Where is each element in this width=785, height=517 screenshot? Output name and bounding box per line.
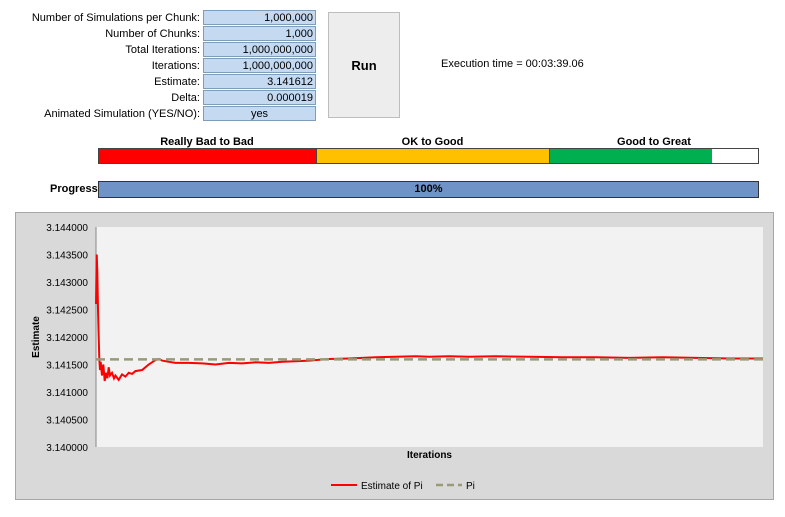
estimate-value: 3.141612 [203, 74, 316, 89]
scale-segment-great [550, 149, 712, 163]
num-chunks-field[interactable]: 1,000 [203, 26, 316, 41]
y-tick-label: 3.140000 [46, 443, 88, 454]
plot-area [96, 227, 763, 447]
quality-scale-bar [98, 148, 759, 164]
scale-divider [549, 149, 550, 163]
legend-label: Pi [466, 481, 475, 492]
chart-svg: 3.140000 3.140500 3.141000 3.141500 3.142000… [31, 223, 763, 492]
total-iterations-label: Total Iterations: [125, 44, 200, 56]
total-iterations-value: 1,000,000,000 [203, 42, 316, 57]
animated-field[interactable]: yes [203, 106, 316, 121]
row-delta: Delta: 0.000019 [0, 90, 318, 106]
y-tick-label: 3.142000 [46, 333, 88, 344]
scale-header-bad: Really Bad to Bad [160, 136, 254, 148]
y-tick-label: 3.143500 [46, 251, 88, 262]
run-button[interactable]: Run [328, 12, 400, 118]
row-estimate: Estimate: 3.141612 [0, 74, 318, 90]
y-tick-label: 3.141000 [46, 388, 88, 399]
scale-divider [316, 149, 317, 163]
execution-time: Execution time = 00:03:39.06 [441, 58, 584, 70]
row-iterations: Iterations: 1,000,000,000 [0, 58, 318, 74]
scale-header-great: Good to Great [617, 136, 691, 148]
delta-value: 0.000019 [203, 90, 316, 105]
legend-label: Estimate of Pi [361, 481, 423, 492]
estimate-label: Estimate: [154, 76, 200, 88]
y-tick-label: 3.144000 [46, 223, 88, 234]
animated-label: Animated Simulation (YES/NO): [44, 108, 200, 120]
y-axis-title: Estimate [31, 316, 42, 358]
progress-text: 100% [414, 183, 443, 195]
y-tick-label: 3.140500 [46, 416, 88, 427]
estimate-chart: 3.140000 3.140500 3.141000 3.141500 3.142000… [15, 212, 774, 500]
y-tick-label: 3.141500 [46, 361, 88, 372]
num-chunks-label: Number of Chunks: [105, 28, 200, 40]
x-axis-title: Iterations [407, 450, 452, 461]
row-sims-per-chunk: Number of Simulations per Chunk: 1,000,0… [0, 10, 318, 26]
scale-segment-ok [317, 149, 549, 163]
row-num-chunks: Number of Chunks: 1,000 [0, 26, 318, 42]
progress-bar: 100% [98, 181, 759, 198]
progress-label: Progress: [50, 183, 102, 195]
delta-label: Delta: [171, 92, 200, 104]
row-total-iterations: Total Iterations: 1,000,000,000 [0, 42, 318, 58]
row-animated: Animated Simulation (YES/NO): yes [0, 106, 318, 122]
scale-segment-bad [99, 149, 316, 163]
sims-per-chunk-field[interactable]: 1,000,000 [203, 10, 316, 25]
iterations-value: 1,000,000,000 [203, 58, 316, 73]
scale-header-ok: OK to Good [401, 136, 464, 148]
sims-per-chunk-label: Number of Simulations per Chunk: [31, 12, 200, 24]
iterations-label: Iterations: [151, 60, 200, 72]
y-tick-label: 3.142500 [46, 306, 88, 317]
y-tick-label: 3.143000 [46, 278, 88, 289]
